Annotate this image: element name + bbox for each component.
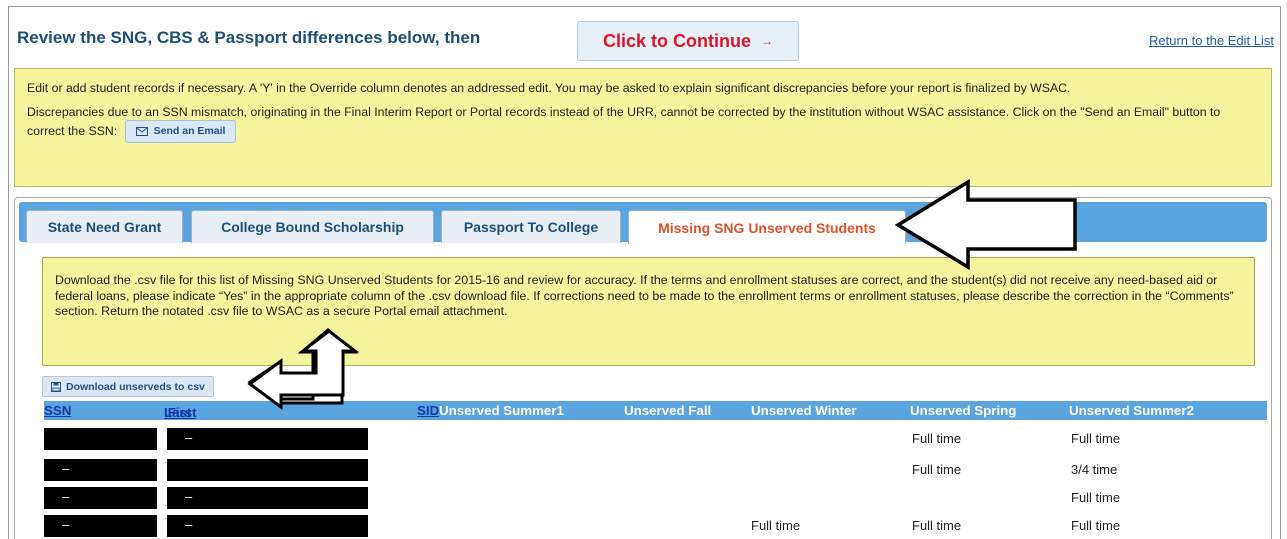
annotation-elbow-arrow-icon: [247, 328, 360, 410]
